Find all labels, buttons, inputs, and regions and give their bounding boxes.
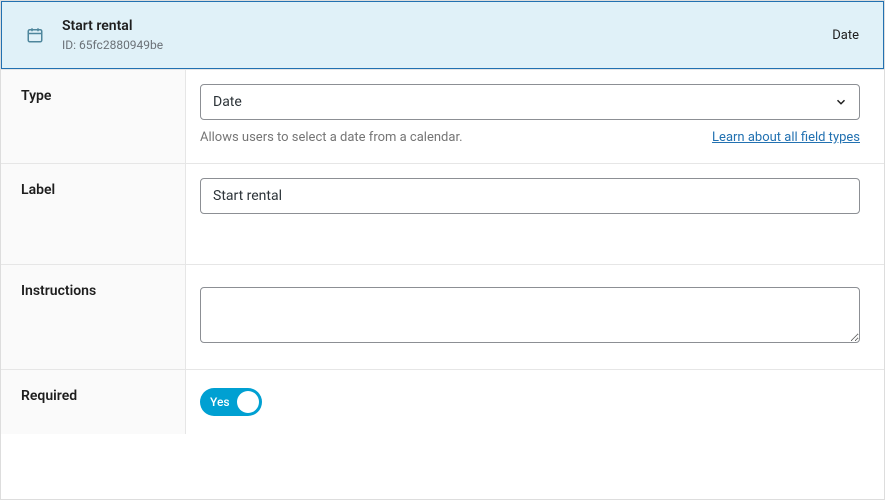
learn-field-types-link[interactable]: Learn about all field types	[712, 130, 860, 145]
field-settings-panel: Start rental ID: 65fc2880949be Date Type…	[0, 0, 885, 500]
row-type-control: Date Allows users to select a date from …	[186, 70, 884, 163]
row-type: Type Date Allows users to select a date …	[1, 69, 884, 163]
field-id: ID: 65fc2880949be	[62, 38, 814, 52]
row-type-label: Type	[1, 70, 186, 163]
required-toggle-label: Yes	[210, 395, 230, 409]
row-instructions: Instructions	[1, 264, 884, 369]
row-instructions-control	[186, 265, 884, 369]
label-input[interactable]	[200, 178, 860, 214]
row-label-control	[186, 164, 884, 232]
row-required: Required Yes	[1, 369, 884, 434]
type-help-text: Allows users to select a date from a cal…	[200, 130, 463, 145]
field-title: Start rental	[62, 18, 814, 34]
calendar-icon	[26, 26, 44, 44]
settings-rows: Type Date Allows users to select a date …	[1, 69, 884, 499]
row-label-label: Label	[1, 164, 186, 264]
row-required-control: Yes	[186, 370, 884, 434]
type-select-wrap: Date	[200, 84, 860, 120]
row-required-label: Required	[1, 370, 186, 434]
row-instructions-label: Instructions	[1, 265, 186, 369]
type-select[interactable]: Date	[200, 84, 860, 120]
row-label: Label	[1, 163, 884, 264]
required-toggle-knob	[237, 391, 259, 413]
required-toggle[interactable]: Yes	[200, 388, 262, 416]
instructions-textarea[interactable]	[200, 287, 860, 343]
type-help-row: Allows users to select a date from a cal…	[200, 130, 860, 145]
field-header-titles: Start rental ID: 65fc2880949be	[62, 18, 814, 52]
field-header[interactable]: Start rental ID: 65fc2880949be Date	[1, 1, 884, 69]
field-type-badge: Date	[832, 28, 859, 43]
